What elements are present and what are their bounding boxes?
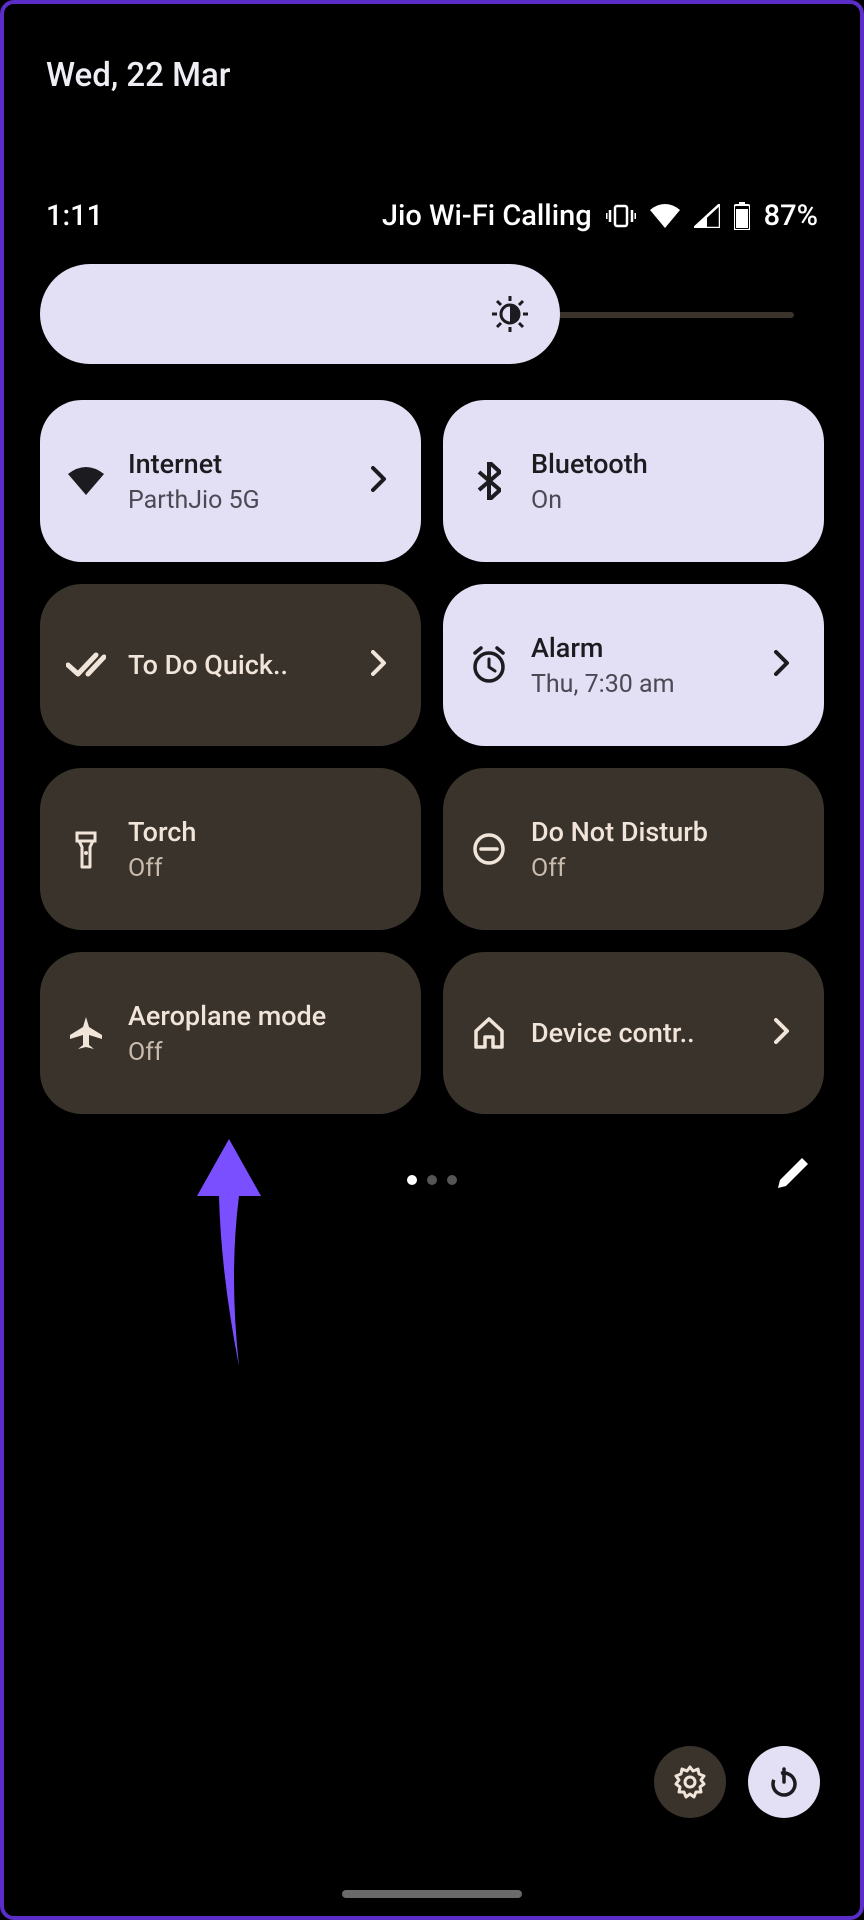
signal-icon [694,204,720,228]
bluetooth-icon [469,462,509,500]
tile-title: Aeroplane mode [128,1000,395,1032]
status-bar: 1:11 Jio Wi-Fi Calling 87% [46,199,818,233]
tile-title: Torch [128,816,395,848]
brightness-thumb[interactable] [40,264,560,364]
tile-title: To Do Quick.. [128,649,349,681]
page-dots [407,1175,457,1185]
status-right: Jio Wi-Fi Calling 87% [382,199,818,233]
tile-torch[interactable]: Torch Off [40,768,421,930]
tile-title: Alarm [531,632,752,664]
tile-todo[interactable]: To Do Quick.. [40,584,421,746]
tile-title: Do Not Disturb [531,816,798,848]
chevron-right-icon [371,466,395,496]
tile-subtitle: Off [531,854,798,883]
wifi-icon [66,467,106,495]
bottom-buttons [654,1746,820,1818]
pager-row [40,1156,824,1204]
power-icon [768,1766,800,1798]
carrier-label: Jio Wi-Fi Calling [382,199,592,233]
page-dot [447,1175,457,1185]
edit-button[interactable] [776,1156,810,1194]
date-label: Wed, 22 Mar [46,56,230,95]
vibrate-icon [606,204,636,228]
power-button[interactable] [748,1746,820,1818]
tile-internet[interactable]: Internet ParthJio 5G [40,400,421,562]
page-dot [407,1175,417,1185]
tile-subtitle: Off [128,1038,395,1067]
home-icon [469,1016,509,1050]
quick-settings-grid: Internet ParthJio 5G Bluetooth On To Do … [40,400,824,1114]
page-dot [427,1175,437,1185]
chevron-right-icon [774,1018,798,1048]
settings-button[interactable] [654,1746,726,1818]
nav-pill[interactable] [342,1890,522,1898]
tile-device-controls[interactable]: Device contr.. [443,952,824,1114]
chevron-right-icon [371,650,395,680]
battery-label: 87% [764,199,818,233]
airplane-icon [66,1015,106,1051]
tile-subtitle: Thu, 7:30 am [531,670,752,699]
torch-icon [66,829,106,869]
tile-alarm[interactable]: Alarm Thu, 7:30 am [443,584,824,746]
tile-subtitle: On [531,486,798,515]
chevron-right-icon [774,650,798,680]
tile-subtitle: Off [128,854,395,883]
wifi-icon [650,204,680,228]
brightness-icon [490,294,530,334]
checkmarks-icon [66,651,106,679]
tile-bluetooth[interactable]: Bluetooth On [443,400,824,562]
brightness-slider[interactable] [40,264,824,364]
tile-subtitle: ParthJio 5G [128,486,349,515]
dnd-icon [469,832,509,866]
alarm-icon [469,646,509,684]
gear-icon [673,1765,707,1799]
pencil-icon [776,1156,810,1190]
tile-airplane[interactable]: Aeroplane mode Off [40,952,421,1114]
tile-title: Device contr.. [531,1017,752,1049]
tile-title: Internet [128,448,349,480]
tile-title: Bluetooth [531,448,798,480]
tile-dnd[interactable]: Do Not Disturb Off [443,768,824,930]
battery-icon [734,202,750,230]
time-label: 1:11 [46,199,103,233]
